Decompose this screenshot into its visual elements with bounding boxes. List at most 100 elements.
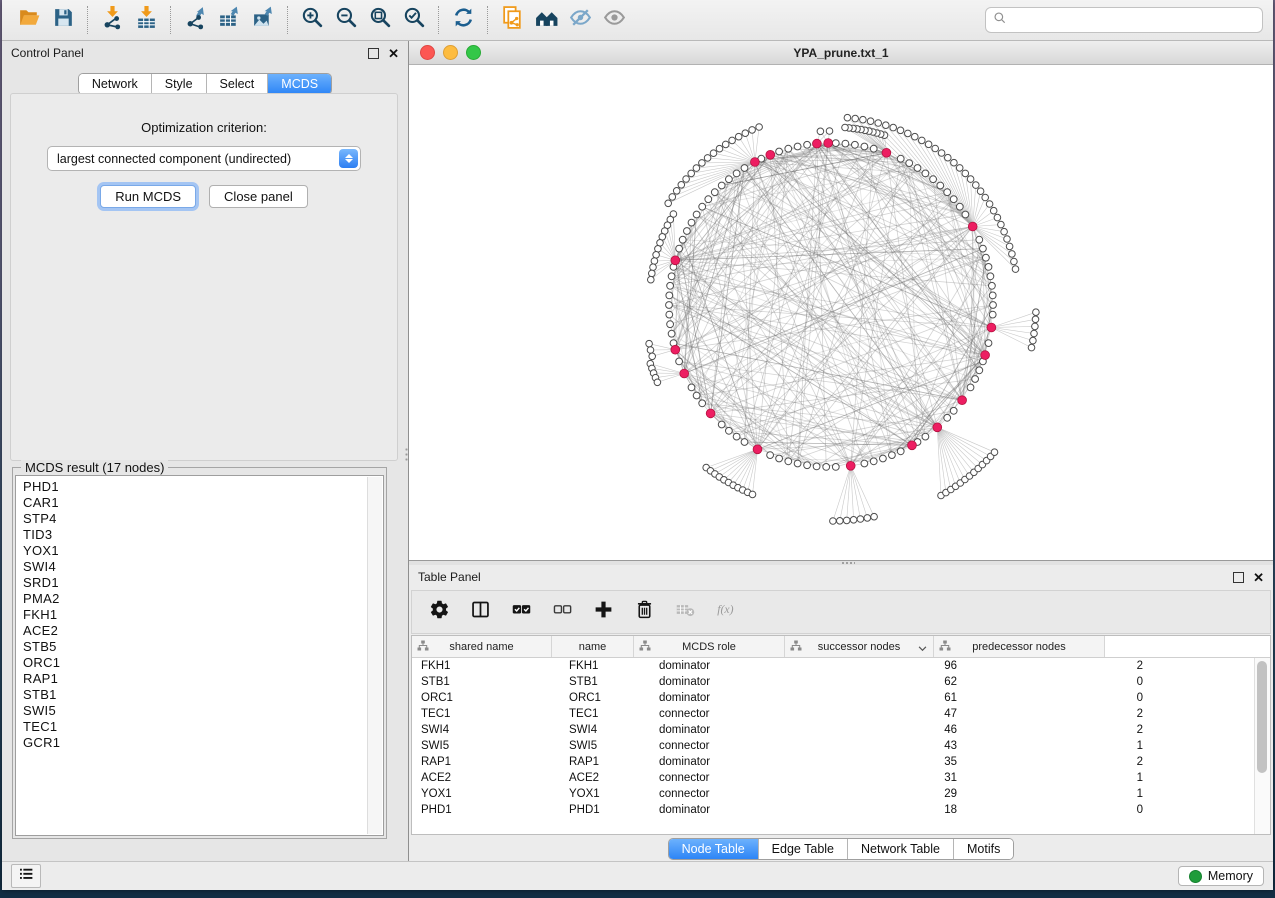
zoom-out-button[interactable]: [329, 4, 363, 36]
mcds-result-item[interactable]: STB1: [23, 687, 383, 703]
mcds-result-item[interactable]: PMA2: [23, 591, 383, 607]
optimization-criterion-select[interactable]: largest connected component (undirected): [47, 146, 361, 171]
table-scrollbar-thumb[interactable]: [1257, 661, 1267, 773]
table-cell: connector: [650, 786, 809, 802]
mcds-result-item[interactable]: GCR1: [23, 735, 383, 751]
table-row[interactable]: ORC1ORC1dominator610: [412, 690, 1270, 706]
mcds-result-item[interactable]: STB5: [23, 639, 383, 655]
close-panel-icon[interactable]: ✕: [388, 47, 399, 60]
table-cell: STB1: [560, 674, 650, 690]
first-neighbors-button[interactable]: [529, 4, 563, 36]
column-header-successor-nodes[interactable]: successor nodes: [785, 636, 934, 657]
memory-button[interactable]: Memory: [1178, 866, 1264, 886]
tab-style[interactable]: Style: [152, 74, 207, 94]
table-row[interactable]: YOX1YOX1connector291: [412, 786, 1270, 802]
network-column-icon: [939, 640, 951, 655]
tab-node-table[interactable]: Node Table: [669, 839, 759, 859]
zoom-selected-icon: [402, 5, 427, 35]
columns-button[interactable]: [468, 600, 492, 624]
table-row[interactable]: RAP1RAP1dominator352: [412, 754, 1270, 770]
export-network-button[interactable]: [178, 4, 212, 36]
toolbar-separator: [170, 6, 171, 34]
export-image-icon: [251, 5, 276, 35]
add-button[interactable]: [591, 600, 615, 624]
table-scrollbar[interactable]: [1254, 658, 1270, 834]
column-header-shared-name[interactable]: shared name: [412, 636, 552, 657]
mcds-result-item[interactable]: SWI4: [23, 559, 383, 575]
network-canvas[interactable]: [409, 65, 1273, 560]
table-row[interactable]: SWI5SWI5connector431: [412, 738, 1270, 754]
float-panel-icon[interactable]: [368, 48, 379, 59]
mcds-result-item[interactable]: ORC1: [23, 655, 383, 671]
deselect-all-button[interactable]: [550, 600, 574, 624]
export-table-button[interactable]: [212, 4, 246, 36]
mcds-result-item[interactable]: CAR1: [23, 495, 383, 511]
mcds-result-item[interactable]: TID3: [23, 527, 383, 543]
refresh-button[interactable]: [446, 4, 480, 36]
gear-button[interactable]: [427, 600, 451, 624]
control-panel-tabs: NetworkStyleSelectMCDS: [78, 73, 332, 95]
delete-table-icon: [675, 599, 696, 625]
table-cell: dominator: [650, 722, 809, 738]
tab-select[interactable]: Select: [207, 74, 269, 94]
table-row[interactable]: PHD1PHD1dominator180: [412, 802, 1270, 818]
mcds-result-item[interactable]: FKH1: [23, 607, 383, 623]
search-input[interactable]: [1012, 12, 1255, 28]
horizontal-splitter[interactable]: [409, 561, 1273, 565]
import-table-button[interactable]: [129, 4, 163, 36]
optimization-criterion-label: Optimization criterion:: [11, 120, 397, 135]
status-menu-button[interactable]: [11, 864, 41, 888]
run-mcds-button[interactable]: Run MCDS: [100, 185, 196, 208]
mcds-result-list[interactable]: PHD1CAR1STP4TID3YOX1SWI4SRD1PMA2FKH1ACE2…: [15, 475, 384, 836]
table-row[interactable]: STB1STB1dominator620: [412, 674, 1270, 690]
mcds-list-scrollbar[interactable]: [367, 477, 382, 834]
table-row[interactable]: TEC1TEC1connector472: [412, 706, 1270, 722]
delete-button[interactable]: [632, 600, 656, 624]
zoom-in-button[interactable]: [295, 4, 329, 36]
tab-network[interactable]: Network: [79, 74, 152, 94]
network-column-icon: [639, 640, 651, 655]
open-file-button[interactable]: [12, 4, 46, 36]
search-box[interactable]: [985, 7, 1263, 33]
table-row[interactable]: SWI4SWI4dominator462: [412, 722, 1270, 738]
show-all-button[interactable]: [597, 4, 631, 36]
table-cell: 0: [973, 690, 1158, 706]
table-panel: Table Panel ✕ f(x) shared namenameMCDS r…: [409, 565, 1273, 862]
export-image-button[interactable]: [246, 4, 280, 36]
table-row[interactable]: FKH1FKH1dominator962: [412, 658, 1270, 674]
column-header-mcds-role[interactable]: MCDS role: [634, 636, 785, 657]
table-row[interactable]: ACE2ACE2connector311: [412, 770, 1270, 786]
zoom-selected-button[interactable]: [397, 4, 431, 36]
memory-status-icon: [1189, 870, 1202, 883]
table-cell: 1: [973, 786, 1158, 802]
column-header-predecessor-nodes[interactable]: predecessor nodes: [934, 636, 1105, 657]
mcds-result-item[interactable]: SWI5: [23, 703, 383, 719]
mcds-result-item[interactable]: SRD1: [23, 575, 383, 591]
import-network-icon: [100, 5, 125, 35]
mcds-result-item[interactable]: PHD1: [23, 479, 383, 495]
tab-network-table[interactable]: Network Table: [848, 839, 954, 859]
tab-mcds[interactable]: MCDS: [268, 74, 331, 94]
main-toolbar: [2, 0, 1273, 41]
network-window-titlebar[interactable]: YPA_prune.txt_1: [409, 41, 1273, 65]
select-all-button[interactable]: [509, 600, 533, 624]
vertical-splitter-handle[interactable]: [404, 447, 409, 463]
save-session-button[interactable]: [46, 4, 80, 36]
tab-motifs[interactable]: Motifs: [954, 839, 1013, 859]
import-network-button[interactable]: [95, 4, 129, 36]
close-panel-button[interactable]: Close panel: [209, 185, 308, 208]
hide-selected-button[interactable]: [563, 4, 597, 36]
close-table-panel-icon[interactable]: ✕: [1253, 571, 1264, 584]
mcds-result-item[interactable]: ACE2: [23, 623, 383, 639]
table-cell: connector: [650, 738, 809, 754]
zoom-fit-button[interactable]: [363, 4, 397, 36]
mcds-result-item[interactable]: YOX1: [23, 543, 383, 559]
column-header-name[interactable]: name: [552, 636, 634, 657]
float-table-panel-icon[interactable]: [1233, 572, 1244, 583]
mcds-result-item[interactable]: TEC1: [23, 719, 383, 735]
mcds-result-item[interactable]: RAP1: [23, 671, 383, 687]
table-cell: dominator: [650, 674, 809, 690]
mcds-result-item[interactable]: STP4: [23, 511, 383, 527]
duplicate-network-button[interactable]: [495, 4, 529, 36]
tab-edge-table[interactable]: Edge Table: [759, 839, 848, 859]
